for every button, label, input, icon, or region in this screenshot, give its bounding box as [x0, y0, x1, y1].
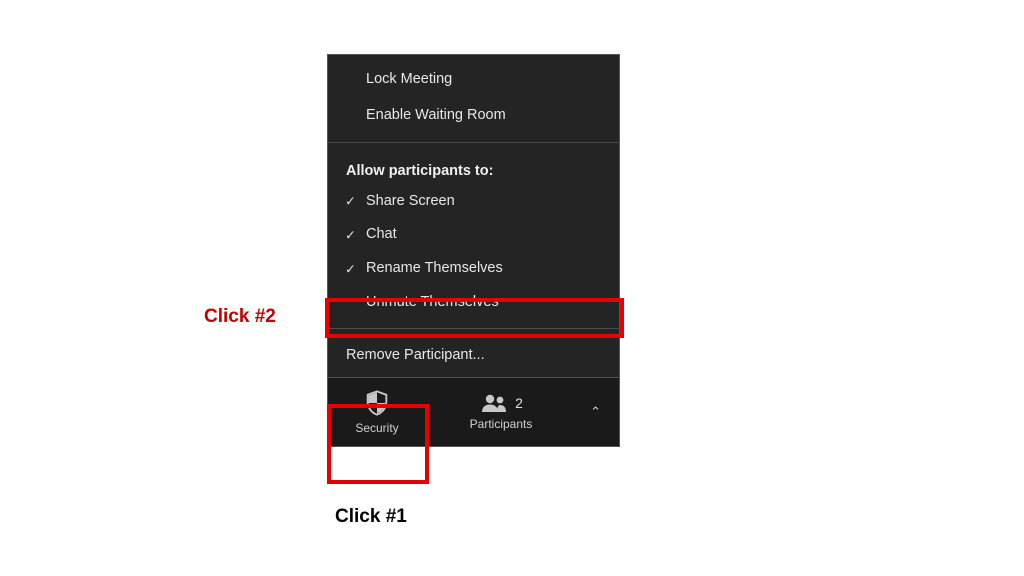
share-screen-label: Share Screen	[366, 193, 455, 209]
security-button-label: Security	[355, 421, 398, 435]
unmute-themselves-item[interactable]: ✓ Unmute Themselves	[328, 286, 619, 320]
chat-label: Chat	[366, 226, 397, 242]
lock-meeting-item[interactable]: Lock Meeting	[328, 55, 619, 97]
check-icon: ✓	[345, 192, 356, 212]
menu-divider	[328, 142, 619, 143]
enable-waiting-room-item[interactable]: Enable Waiting Room	[328, 97, 619, 133]
chat-item[interactable]: ✓ Chat	[328, 218, 619, 252]
enable-waiting-room-label: Enable Waiting Room	[366, 107, 506, 123]
people-icon	[479, 393, 509, 413]
annotation-click1-label: Click #1	[335, 506, 407, 528]
participants-count: 2	[515, 395, 523, 411]
security-menu: Lock Meeting Enable Waiting Room Allow p…	[327, 54, 620, 378]
participants-button[interactable]: 2 Participants	[426, 378, 576, 446]
participants-button-label: Participants	[470, 417, 533, 431]
meeting-toolbar: Security 2 Participants ⌃	[327, 378, 620, 447]
remove-participant-item[interactable]: Remove Participant...	[328, 337, 619, 377]
unmute-themselves-label: Unmute Themselves	[366, 294, 499, 310]
shield-icon	[363, 389, 391, 417]
remove-participant-label: Remove Participant...	[346, 347, 485, 363]
participants-top-row: 2	[479, 393, 523, 413]
chevron-up-icon[interactable]: ⌃	[590, 404, 601, 420]
security-button[interactable]: Security	[328, 378, 426, 446]
annotation-click2-label: Click #2	[204, 306, 276, 328]
menu-divider	[328, 328, 619, 329]
rename-themselves-label: Rename Themselves	[366, 260, 503, 276]
allow-participants-header: Allow participants to:	[328, 151, 619, 185]
check-icon: ✓	[345, 259, 356, 279]
check-icon: ✓	[345, 225, 356, 245]
lock-meeting-label: Lock Meeting	[366, 71, 452, 87]
rename-themselves-item[interactable]: ✓ Rename Themselves	[328, 252, 619, 286]
share-screen-item[interactable]: ✓ Share Screen	[328, 185, 619, 219]
